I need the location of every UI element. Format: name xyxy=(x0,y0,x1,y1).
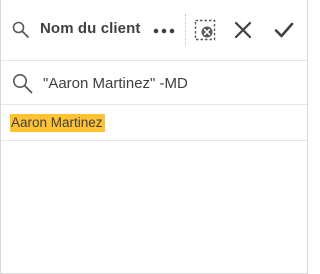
list-item-label: Aaron Martinez xyxy=(10,114,105,132)
list-item[interactable]: Aaron Martinez xyxy=(1,106,307,141)
clear-selection-icon xyxy=(193,19,217,46)
toolbar-divider xyxy=(185,14,186,46)
confirm-selection-button[interactable] xyxy=(273,19,295,41)
search-icon xyxy=(12,73,33,94)
search-icon xyxy=(12,21,30,39)
search-row xyxy=(1,61,307,105)
clear-selection-button[interactable] xyxy=(193,18,217,42)
field-title: Nom du client xyxy=(40,20,141,37)
more-horizontal-icon xyxy=(153,21,175,39)
cancel-selection-button[interactable] xyxy=(232,19,254,41)
panel-header: Nom du client xyxy=(1,0,307,61)
close-icon xyxy=(232,21,254,45)
checkmark-icon xyxy=(273,22,295,45)
listbox-selection-panel: Nom du client "Aaron Martinez" -MD Aaron… xyxy=(0,0,308,274)
result-list: Aaron Martinez xyxy=(1,106,307,274)
search-input[interactable] xyxy=(43,70,298,96)
more-options-button[interactable] xyxy=(151,18,177,42)
